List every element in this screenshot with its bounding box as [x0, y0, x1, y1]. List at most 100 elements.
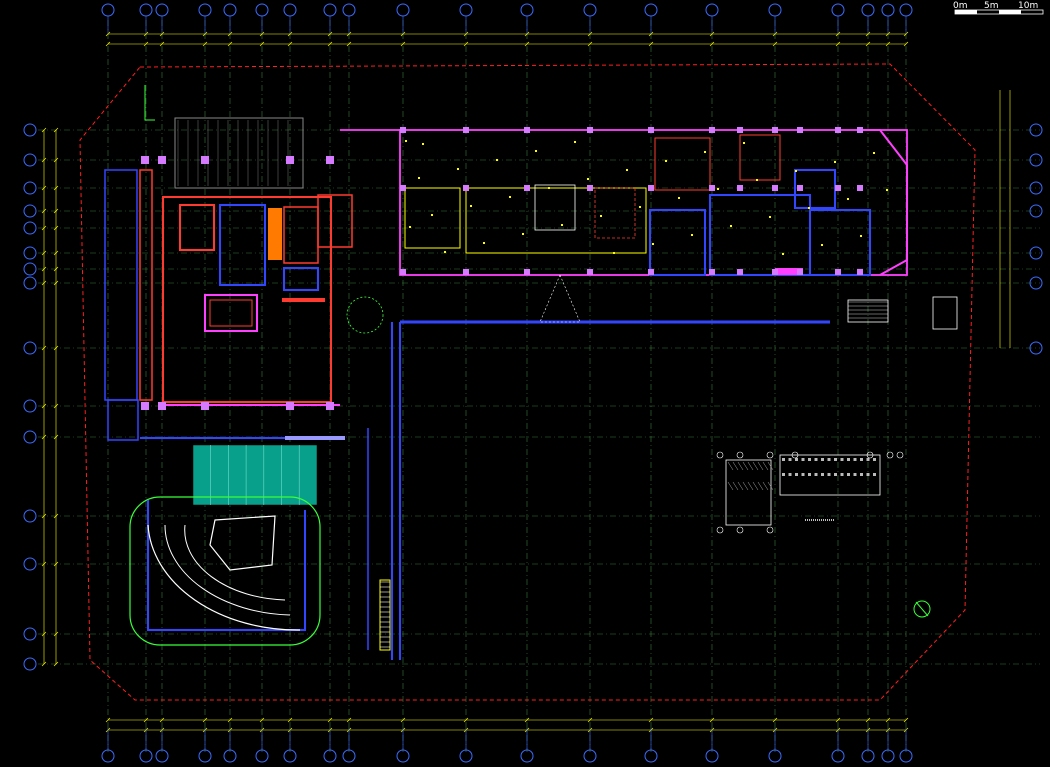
grid-bubble [139, 3, 153, 17]
column [463, 185, 469, 191]
fixture-dot [535, 150, 537, 152]
grid-bubble [396, 3, 410, 17]
grid-bubble [23, 262, 37, 276]
key-plan-hatch [788, 458, 792, 461]
grid-bubble [861, 3, 875, 17]
column [463, 127, 469, 133]
column [772, 269, 778, 275]
scale-label-10: 10m [1018, 1, 1038, 11]
key-plan-hatch [795, 458, 798, 461]
outer-wall [104, 169, 138, 401]
key-plan-hatch [801, 458, 805, 461]
fixture-dot [808, 207, 810, 209]
column [201, 156, 209, 164]
column [400, 185, 406, 191]
column [286, 402, 294, 410]
grid-bubble [23, 557, 37, 571]
stair-core [219, 204, 266, 286]
key-plan-hatch [873, 473, 876, 476]
fixture-dot [821, 244, 823, 246]
fixture-dot [678, 197, 680, 199]
fixture-dot [756, 179, 758, 181]
key-plan-hatch [742, 481, 749, 491]
fixture-dot [409, 226, 411, 228]
grid-bubble [459, 3, 473, 17]
key-plan-hatch [732, 481, 739, 491]
column [737, 185, 743, 191]
shaft [268, 208, 282, 260]
key-plan-hatch [866, 458, 870, 461]
column [400, 127, 406, 133]
fixture-dot [730, 225, 732, 227]
key-plan-hatch [762, 461, 769, 471]
room [404, 187, 461, 249]
fixture-dot [652, 243, 654, 245]
grid-bubble [23, 153, 37, 167]
fixture-dot [444, 251, 446, 253]
fixture-dot [522, 233, 524, 235]
key-plan-hatch [853, 458, 857, 461]
column [141, 402, 149, 410]
key-plan-hatch [821, 458, 824, 461]
key-plan-hatch [834, 458, 837, 461]
fixture-dot [782, 253, 784, 255]
stair-icon [932, 296, 958, 330]
fixture-dot [860, 235, 862, 237]
cad-floor-plan: 0m 5m 10m [23, 1, 1044, 763]
dimension-lines [41, 31, 1011, 733]
key-plan-hatch [767, 461, 774, 471]
column [524, 185, 530, 191]
column [524, 127, 530, 133]
room [179, 204, 215, 251]
column [857, 269, 863, 275]
column [772, 127, 778, 133]
void [534, 184, 576, 231]
fixture-dot [470, 205, 472, 207]
key-plan-hatch [821, 473, 824, 476]
column [587, 269, 593, 275]
grid-bubble [23, 181, 37, 195]
hall [465, 187, 647, 254]
fixture-dot [548, 187, 550, 189]
fixture-dot [496, 159, 498, 161]
key-plan-hatch [747, 461, 754, 471]
fixture-dot [626, 169, 628, 171]
grid-bubble [705, 3, 719, 17]
column [648, 269, 654, 275]
room [809, 209, 871, 276]
key-plan-hatch [747, 481, 754, 491]
column [463, 269, 469, 275]
column [835, 185, 841, 191]
scale-label-0: 0m [953, 1, 968, 11]
fixture-dot [795, 170, 797, 172]
grid-bubble [23, 123, 37, 137]
site-boundary-line [79, 63, 976, 701]
key-plan-hatch [737, 481, 744, 491]
room [739, 134, 781, 181]
key-plan-hatch [795, 473, 798, 476]
column [524, 269, 530, 275]
key-plan-hatch [814, 458, 818, 461]
ramp [379, 579, 391, 651]
fixture-dot [431, 214, 433, 216]
grid-bubble [101, 3, 115, 17]
grid-bubble [23, 221, 37, 235]
column [709, 127, 715, 133]
grid-bubble [23, 276, 37, 290]
fixture-dot [743, 142, 745, 144]
column [286, 156, 294, 164]
grid-bubble [23, 430, 37, 444]
column [326, 156, 334, 164]
key-plan-hatch [757, 481, 764, 491]
fixture-dot [717, 188, 719, 190]
grid-bubble [323, 3, 337, 17]
column [709, 269, 715, 275]
column [158, 156, 166, 164]
key-plan-hatch [782, 473, 785, 476]
seating-arc [184, 524, 286, 601]
grid-bubble [881, 3, 895, 17]
fixture-dot [886, 189, 888, 191]
key-plan-hatch [827, 473, 831, 476]
grid-bubble [23, 509, 37, 523]
north-arrow-icon [913, 600, 931, 618]
